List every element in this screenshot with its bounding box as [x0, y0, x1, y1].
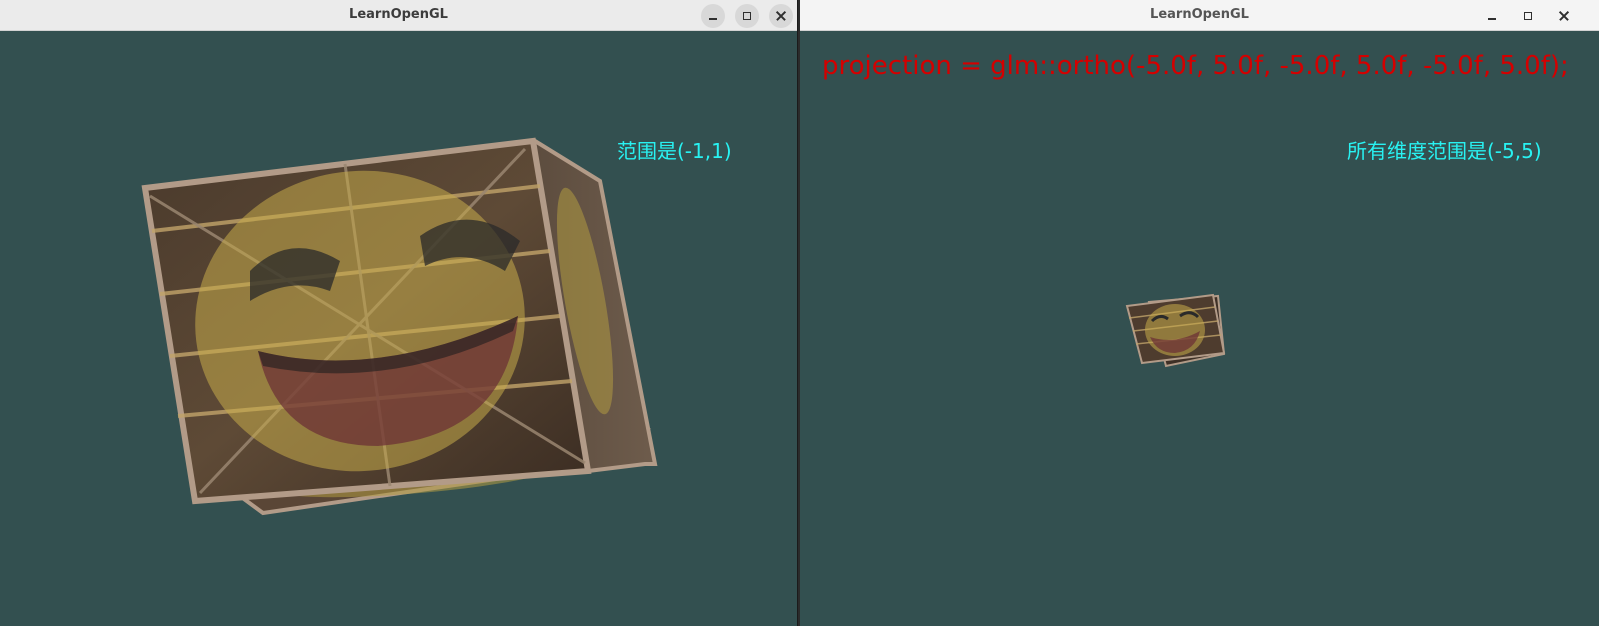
close-icon[interactable] [1552, 4, 1576, 28]
range-label: 范围是(-1,1) [617, 139, 732, 163]
range-label: 所有维度范围是(-5,5) [1347, 139, 1542, 163]
crate-cube-large [141, 137, 658, 516]
gl-viewport: projection = glm::ortho(-5.0f, 5.0f, -5.… [800, 31, 1599, 626]
left-titlebar[interactable]: LearnOpenGL [0, 0, 797, 31]
crate-cube-small [1125, 293, 1226, 368]
right-window: LearnOpenGL projection = glm::ortho(-5.0… [800, 0, 1599, 626]
minimize-icon[interactable] [701, 4, 725, 28]
gl-viewport: 范围是(-1,1) [0, 31, 797, 626]
maximize-icon[interactable] [1516, 4, 1540, 28]
minimize-icon[interactable] [1480, 4, 1504, 28]
maximize-icon[interactable] [735, 4, 759, 28]
close-icon[interactable] [769, 4, 793, 28]
left-window: LearnOpenGL 范围是(-1,1) [0, 0, 798, 626]
right-titlebar[interactable]: LearnOpenGL [800, 0, 1599, 31]
window-title: LearnOpenGL [349, 7, 448, 22]
